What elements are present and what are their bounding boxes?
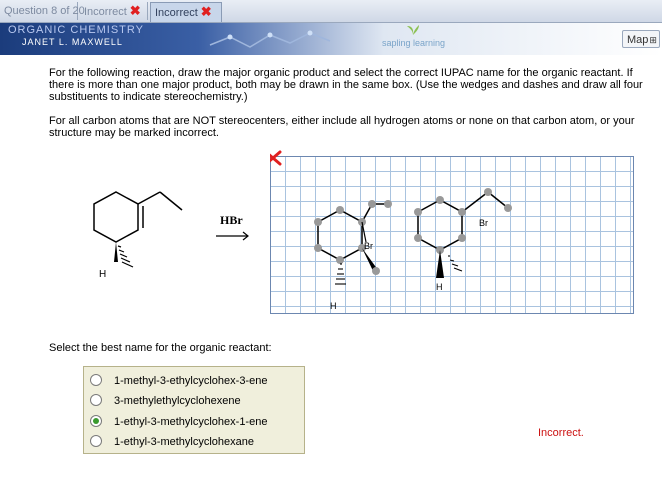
red-x-icon <box>270 150 282 166</box>
tab-question-number[interactable]: Question 8 of 20 <box>0 2 85 20</box>
option-label: 1-ethyl-3-methylcyclohex-1-ene <box>114 416 268 428</box>
instruction-paragraph-2: For all carbon atoms that are NOT stereo… <box>49 115 635 139</box>
course-author: JANET L. MAXWELL <box>22 37 123 47</box>
drawn-structures: Br H Br H <box>270 150 512 311</box>
option-label: 1-methyl-3-ethylcyclohex-3-ene <box>114 375 268 387</box>
publisher-logo: sapling learning <box>382 38 446 48</box>
attempt-2-label: Incorrect <box>155 7 198 19</box>
red-x-icon: ✖ <box>200 4 212 19</box>
product-1-br-label: Br <box>364 241 373 251</box>
product-2-wedge <box>436 250 444 278</box>
molecule-decoration-icon <box>209 30 331 48</box>
reagent-label: HBr <box>220 213 243 227</box>
option-2[interactable]: 3-methylethylcyclohexene <box>90 392 300 410</box>
tab-attempt-1[interactable]: Incorrect ✖ <box>80 2 148 20</box>
map-icon: ⊞ <box>649 35 657 45</box>
course-title: ORGANIC CHEMISTRY <box>8 24 144 36</box>
red-x-icon: ✖ <box>129 3 141 18</box>
reactant-ring <box>93 191 139 243</box>
option-3[interactable]: 1-ethyl-3-methylcyclohex-1-ene <box>90 413 300 431</box>
question-prompt: Select the best name for the organic rea… <box>49 342 272 354</box>
tab-attempt-2[interactable]: Incorrect ✖ <box>150 2 222 22</box>
instruction-paragraph-1: For the following reaction, draw the maj… <box>49 67 643 103</box>
course-banner: ORGANIC CHEMISTRY JANET L. MAXWELL sapli… <box>0 23 662 55</box>
question-nav-bar: Question 8 of 20 Incorrect ✖ Incorrect ✖ <box>0 0 662 23</box>
radio-button-selected[interactable] <box>90 415 102 427</box>
question-number-label: Question 8 of 20 <box>4 5 85 17</box>
option-label: 1-ethyl-3-methylcyclohexane <box>114 436 255 448</box>
reactant-wedge <box>114 242 118 262</box>
product-2-h-label: H <box>436 282 443 292</box>
reaction-scheme: H HBr <box>93 191 249 280</box>
radio-button[interactable] <box>90 394 102 406</box>
feedback-message: Incorrect. <box>538 427 584 439</box>
product-1-h-label: H <box>330 301 337 311</box>
map-button[interactable]: Map⊞ <box>622 30 660 48</box>
option-1[interactable]: 1-methyl-3-ethylcyclohex-3-ene <box>90 372 300 390</box>
sapling-leaf-icon <box>407 25 419 35</box>
radio-button[interactable] <box>90 374 102 386</box>
answer-options: 1-methyl-3-ethylcyclohex-3-ene 3-methyle… <box>83 366 305 454</box>
product-2-br-label: Br <box>479 218 488 228</box>
reactant-h-label: H <box>99 269 106 280</box>
option-label: 3-methylethylcyclohexene <box>114 395 241 407</box>
radio-button[interactable] <box>90 435 102 447</box>
option-4[interactable]: 1-ethyl-3-methylcyclohexane <box>90 433 300 451</box>
map-button-label: Map <box>627 34 649 46</box>
attempt-1-label: Incorrect <box>84 6 127 18</box>
